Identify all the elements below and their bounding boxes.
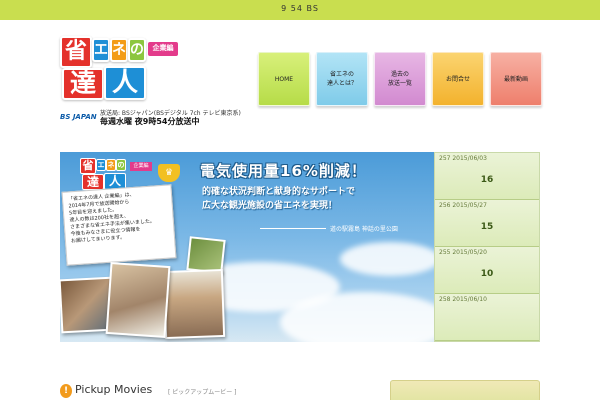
badge-char: エ: [96, 159, 106, 171]
logo-char: 人: [104, 66, 146, 100]
episode-item[interactable]: 257 2015/06/03 16: [435, 153, 539, 200]
episode-item[interactable]: 258 2015/06/10: [435, 294, 539, 341]
hero-subheading: 広大な観光施設の省エネを実現！: [202, 201, 338, 211]
nav-label: 最新動画: [503, 75, 528, 83]
logo-char: 達: [62, 68, 104, 100]
hero-location: 道の駅霧島 神話の里公園: [330, 226, 398, 233]
episode-number: 15: [480, 222, 494, 232]
logo-edition: 企業編: [148, 42, 178, 56]
badge-char: 省: [80, 158, 96, 174]
top-bar: 9 54 BS: [0, 0, 600, 20]
hero-banner[interactable]: 省 エ ネ の 達 人 企業編 ♛ 「省エネの達人 企業編」は、 2014年7月…: [60, 152, 434, 342]
nav-label: 省エネの: [329, 71, 354, 78]
nav-past-broadcasts[interactable]: 過去の 放送一覧: [374, 52, 426, 106]
pickup-title: Pickup Movies: [75, 383, 153, 396]
hero-logo-badge: 省 エ ネ の 達 人 企業編: [80, 158, 156, 190]
nav-latest-video[interactable]: 最新動画: [490, 52, 542, 106]
hero-divider: [260, 228, 326, 229]
crown-icon: ♛: [158, 164, 180, 182]
logo-char: 省: [60, 36, 92, 68]
nav-label: 放送一覧: [387, 80, 412, 87]
cloud: [340, 242, 434, 276]
broadcast-schedule: 毎週水曜 夜9時54分放送中: [100, 117, 200, 126]
nav-about[interactable]: 省エネの 達人とは？: [316, 52, 368, 106]
badge-char: の: [116, 159, 126, 171]
hero-photo: [105, 261, 171, 339]
episode-item[interactable]: 255 2015/05/20 10: [435, 247, 539, 294]
nav-label: 過去の: [390, 71, 409, 78]
exclamation-icon: !: [60, 384, 72, 398]
badge-char: ネ: [106, 159, 116, 171]
hero-subheading: 的確な状況判断と献身的なサポートで: [202, 187, 356, 197]
nav-label: HOME: [274, 75, 294, 83]
episode-meta: 255 2015/05/20: [439, 249, 487, 256]
episode-number: 16: [480, 175, 494, 185]
episode-meta: 258 2015/06/10: [439, 296, 487, 303]
hero-note-card: 「省エネの達人 企業編」は、 2014年7月で放送開始から 5年目を迎えました。…: [61, 184, 177, 266]
sidebar-banner[interactable]: [390, 380, 540, 400]
top-bar-text: 9 54 BS: [281, 4, 319, 13]
episode-list: 257 2015/06/03 16 256 2015/05/27 15 255 …: [434, 152, 540, 342]
badge-char: 達: [82, 174, 104, 190]
hero-photo: [162, 268, 226, 340]
pickup-subtitle: [ ピックアップムービー ]: [168, 389, 237, 396]
bs-japan-mark: BS JAPAN: [60, 113, 97, 121]
logo-char: ネ: [110, 38, 128, 62]
nav-home[interactable]: HOME: [258, 52, 310, 106]
nav-label: お問合せ: [445, 75, 470, 83]
nav-contact[interactable]: お問合せ: [432, 52, 484, 106]
episode-meta: 256 2015/05/27: [439, 202, 487, 209]
logo-char: エ: [92, 38, 110, 62]
site-logo[interactable]: 省 エ ネ の 企業編 達 人: [60, 36, 180, 100]
nav-label: 達人とは？: [326, 80, 357, 87]
main-nav: HOME 省エネの 達人とは？ 過去の 放送一覧 お問合せ 最新動画: [258, 52, 542, 108]
badge-edition: 企業編: [130, 162, 152, 171]
hero-headline: 電気使用量16%削減！: [200, 162, 367, 180]
logo-char: の: [128, 38, 146, 62]
episode-meta: 257 2015/06/03: [439, 155, 487, 162]
episode-number: 10: [480, 269, 494, 279]
episode-item[interactable]: 256 2015/05/27 15: [435, 200, 539, 247]
bs-japan-logo: BS JAPAN: [60, 110, 100, 124]
